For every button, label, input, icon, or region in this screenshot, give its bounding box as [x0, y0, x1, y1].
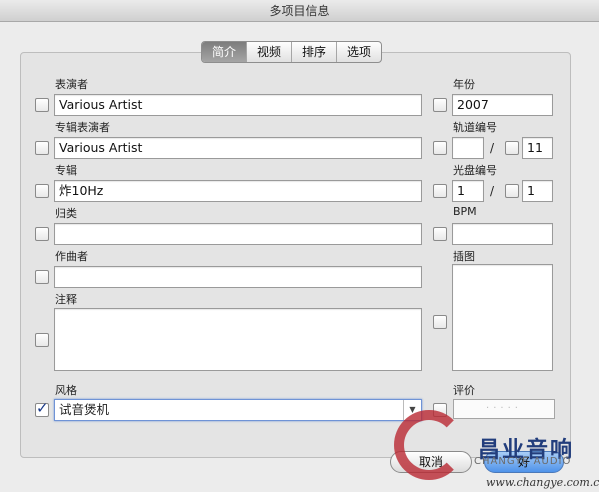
track-count-field[interactable]: 11	[522, 137, 553, 159]
artist-field[interactable]: Various Artist	[54, 94, 422, 116]
watermark-logo-icon	[394, 410, 464, 480]
artist-label: 表演者	[55, 78, 88, 91]
album-label: 专辑	[55, 164, 77, 177]
album-field[interactable]: 炸10Hz	[54, 180, 422, 202]
track-count-checkbox[interactable]	[505, 141, 519, 155]
year-field[interactable]: 2007	[452, 94, 553, 116]
grouping-field[interactable]	[54, 223, 422, 245]
album-artist-field[interactable]: Various Artist	[54, 137, 422, 159]
rating-label: 评价	[453, 384, 475, 397]
album-artist-checkbox[interactable]	[35, 141, 49, 155]
track-number-label: 轨道编号	[453, 121, 497, 134]
disc-number-field[interactable]: 1	[452, 180, 484, 202]
window-title-bar: 多项目信息	[0, 0, 599, 22]
composer-label: 作曲者	[55, 250, 88, 263]
artist-checkbox[interactable]	[35, 98, 49, 112]
artwork-well[interactable]	[452, 264, 553, 371]
grouping-checkbox[interactable]	[35, 227, 49, 241]
genre-combo[interactable]: 试音煲机 ▼	[54, 399, 422, 421]
disc-count-field[interactable]: 1	[522, 180, 553, 202]
bpm-label: BPM	[453, 205, 477, 218]
disc-count-checkbox[interactable]	[505, 184, 519, 198]
bpm-field[interactable]	[452, 223, 553, 245]
watermark-brand-en: CHANGYE AUDIO	[474, 456, 572, 467]
track-number-field[interactable]	[452, 137, 484, 159]
composer-checkbox[interactable]	[35, 270, 49, 284]
composer-field[interactable]	[54, 266, 422, 288]
disc-number-checkbox[interactable]	[433, 184, 447, 198]
tab-sorting[interactable]: 排序	[291, 42, 336, 62]
album-artist-label: 专辑表演者	[55, 121, 110, 134]
watermark-url: www.changye.com.cn	[486, 476, 599, 489]
disc-separator: /	[490, 184, 495, 198]
artwork-checkbox[interactable]	[433, 315, 447, 329]
tab-summary[interactable]: 简介	[202, 42, 247, 62]
bpm-checkbox[interactable]	[433, 227, 447, 241]
genre-label: 风格	[55, 384, 77, 397]
genre-value: 试音煲机	[59, 402, 110, 417]
album-checkbox[interactable]	[35, 184, 49, 198]
tab-video[interactable]: 视频	[246, 42, 291, 62]
track-separator: /	[490, 141, 495, 155]
year-label: 年份	[453, 78, 475, 91]
comments-field[interactable]	[54, 308, 422, 371]
grouping-label: 归类	[55, 207, 77, 220]
tab-bar: 简介 视频 排序 选项	[201, 41, 383, 63]
tab-options[interactable]: 选项	[336, 42, 381, 62]
window-title: 多项目信息	[269, 4, 330, 18]
watermark: 昌业音响 CHANGYE AUDIO www.changye.com.cn	[394, 410, 599, 492]
genre-checkbox[interactable]	[35, 399, 49, 417]
track-number-checkbox[interactable]	[433, 141, 447, 155]
disc-number-label: 光盘编号	[453, 164, 497, 177]
comments-label: 注释	[55, 293, 77, 306]
comments-checkbox[interactable]	[35, 333, 49, 347]
year-checkbox[interactable]	[433, 98, 447, 112]
artwork-label: 插图	[453, 250, 475, 263]
